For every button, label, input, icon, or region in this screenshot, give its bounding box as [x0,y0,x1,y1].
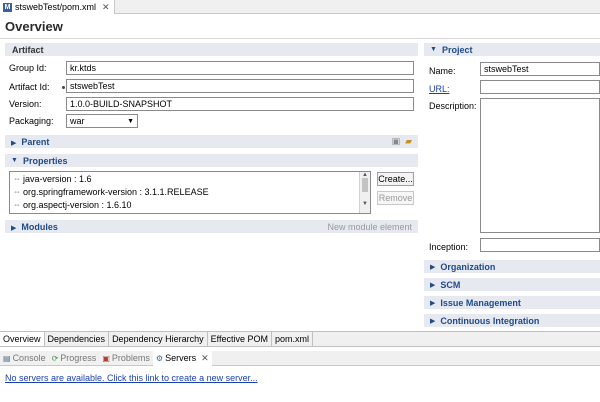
chevron-right-icon: ▶ [11,224,17,232]
page-title: Overview [5,19,63,34]
tab-pom-xml[interactable]: pom.xml [271,332,313,346]
servers-icon: ⚙ [155,353,164,363]
packaging-select[interactable]: war ▼ [66,114,138,128]
continuous-integration-section-header[interactable]: ▶ Continuous Integration [424,314,600,327]
parent-section-header[interactable]: ▶ Parent ▣ ▰ [5,135,418,148]
modules-header-label: Modules [21,221,58,232]
url-field[interactable] [480,80,600,94]
tab-console[interactable]: ▤ Console [0,353,49,363]
scrollbar-thumb[interactable] [362,178,368,192]
tab-problems[interactable]: ▣ Problems [99,353,153,363]
editor-page-tabs-bar: Overview Dependencies Dependency Hierarc… [0,331,600,347]
description-label: Description: [429,101,477,111]
scm-header-label: SCM [440,279,461,290]
close-icon[interactable]: ✕ [102,2,110,13]
console-icon: ▤ [3,353,11,363]
open-folder-icon[interactable]: ▰ [405,136,412,147]
chevron-right-icon: ▶ [430,263,436,271]
inception-field[interactable] [480,238,600,252]
project-name-value: stswebTest [484,64,529,74]
name-label: Name: [429,66,456,76]
group-id-value: kr.ktds [70,63,97,73]
organization-header-label: Organization [440,261,496,272]
properties-section-header[interactable]: ▼ Properties [5,154,418,167]
tab-effective-pom[interactable]: Effective POM [207,332,272,346]
property-text: java-version : 1.6 [23,173,92,184]
version-label: Version: [9,99,42,109]
list-item[interactable]: ⇔ org.springframework-version : 3.1.1.RE… [10,185,370,198]
group-id-label: Group Id: [9,63,47,73]
chevron-right-icon: ▶ [430,281,436,289]
group-id-field[interactable]: kr.ktds [66,61,414,75]
property-icon: ⇔ [13,187,21,196]
property-text: org.springframework-version : 3.1.1.RELE… [23,186,209,197]
properties-list[interactable]: ⇔ java-version : 1.6 ⇔ org.springframewo… [9,171,371,214]
scm-section-header[interactable]: ▶ SCM [424,278,600,291]
artifact-id-value: stswebTest [70,81,115,91]
chevron-down-icon: ▼ [127,117,134,125]
chevron-down-icon: ▼ [430,46,437,53]
remove-button[interactable]: Remove [377,191,414,205]
tab-dependency-hierarchy[interactable]: Dependency Hierarchy [109,332,208,346]
chevron-down-icon: ▼ [11,157,18,164]
issue-management-header-label: Issue Management [440,297,521,308]
required-indicator-icon [62,86,65,89]
modules-section-header[interactable]: ▶ Modules New module element [5,220,418,233]
chevron-right-icon: ▶ [11,139,17,147]
tab-servers-label: Servers [165,353,197,363]
maven-pom-icon: M [3,2,12,12]
version-field[interactable]: 1.0.0-BUILD-SNAPSHOT [66,97,414,111]
tab-dependencies[interactable]: Dependencies [44,332,110,346]
tab-console-label: Console [12,353,46,363]
artifact-id-field[interactable]: stswebTest [66,79,414,93]
list-item[interactable]: ⇔ org.aspectj-version : 1.6.10 [10,198,370,211]
packaging-label: Packaging: [9,116,54,126]
organization-section-header[interactable]: ▶ Organization [424,260,600,273]
property-icon: ⇔ [13,174,21,183]
artifact-header-label: Artifact [12,44,44,55]
inception-label: Inception: [429,242,469,252]
artifact-id-label: Artifact Id: [9,82,50,92]
project-header-label: Project [441,44,473,55]
issue-management-section-header[interactable]: ▶ Issue Management [424,296,600,309]
create-server-link[interactable]: No servers are available. Click this lin… [5,373,258,383]
tab-overview[interactable]: Overview [0,332,45,346]
version-value: 1.0.0-BUILD-SNAPSHOT [70,99,173,109]
progress-icon: ⟳ [51,353,59,363]
chevron-right-icon: ▶ [430,317,436,325]
url-link[interactable]: URL: [429,84,450,94]
scroll-down-icon[interactable]: ▼ [360,201,370,207]
artifact-section-header: Artifact [5,43,418,56]
tab-problems-label: Problems [111,353,150,363]
new-module-link[interactable]: New module element [327,222,412,232]
tab-servers[interactable]: ⚙ Servers ✕ [152,350,212,366]
editor-file-tab[interactable]: M stswebTest/pom.xml ✕ [0,0,115,14]
project-name-field[interactable]: stswebTest [480,62,600,76]
continuous-integration-header-label: Continuous Integration [440,315,540,326]
tab-progress-label: Progress [60,353,97,363]
description-textarea[interactable] [480,98,600,233]
properties-header-label: Properties [22,155,68,166]
views-tab-bar: ▤ Console ⟳ Progress ▣ Problems ⚙ Server… [0,350,600,366]
select-parent-icon[interactable]: ▣ [392,136,401,147]
list-item[interactable]: ⇔ java-version : 1.6 [10,172,370,185]
editor-file-tab-label: stswebTest/pom.xml [15,2,97,12]
properties-scrollbar[interactable]: ▲ ▼ [359,172,370,213]
property-icon: ⇔ [13,200,21,209]
problems-icon: ▣ [102,353,110,363]
create-button[interactable]: Create... [377,172,414,186]
packaging-value: war [70,116,85,126]
close-icon[interactable]: ✕ [201,353,209,364]
divider [0,38,600,39]
property-text: org.aspectj-version : 1.6.10 [23,199,132,210]
parent-header-label: Parent [21,136,50,147]
tab-progress[interactable]: ⟳ Progress [49,353,100,363]
scroll-up-icon[interactable]: ▲ [360,172,370,178]
project-section-header[interactable]: ▼ Project [424,43,600,56]
chevron-right-icon: ▶ [430,299,436,307]
